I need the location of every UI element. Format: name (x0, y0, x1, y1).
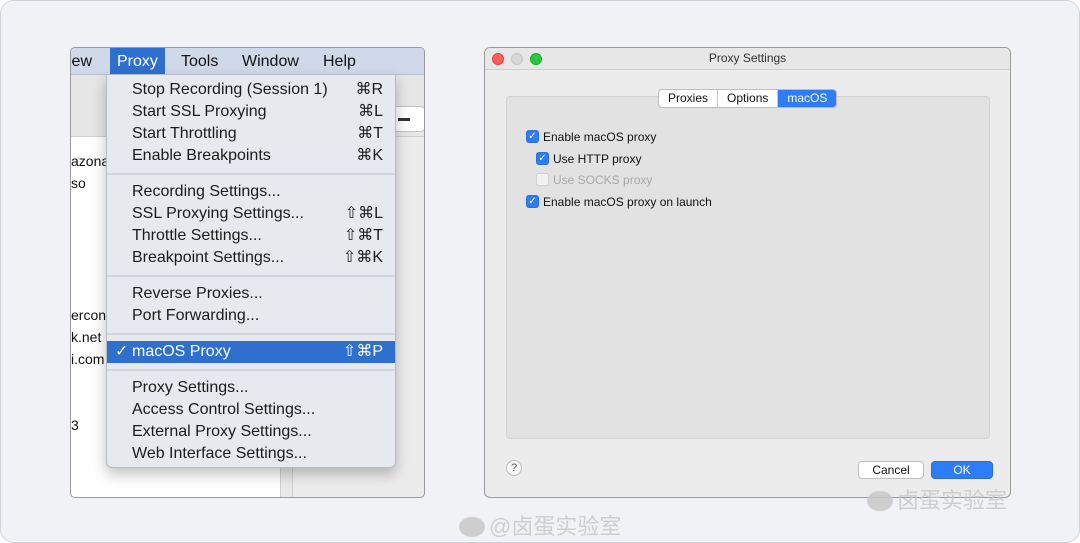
watermark-text: @卤蛋实验室 (489, 514, 622, 539)
watermark-right: 卤蛋实验室 (867, 483, 1007, 515)
menu-separator (107, 333, 395, 335)
menu-item-label: Web Interface Settings... (132, 445, 307, 462)
title-bar: Proxy Settings (485, 48, 1010, 70)
wechat-icon (867, 491, 893, 511)
proxy-menu-dropdown: Stop Recording (Session 1) ⌘R Start SSL Pr… (106, 74, 396, 468)
charles-main-window: azona so ercon k.net i.com 3 iew Proxy Tools Win… (70, 47, 425, 498)
screenshot-frame: azona so ercon k.net i.com 3 iew Proxy Tools Win… (0, 0, 1080, 543)
menu-iew[interactable]: iew (71, 48, 99, 75)
menu-item-label: SSL Proxying Settings... (132, 205, 304, 222)
menu-item-label: Throttle Settings... (132, 227, 262, 244)
help-button[interactable]: ? (506, 460, 522, 476)
toolbar-minus-button[interactable] (391, 106, 424, 132)
host-row[interactable]: 3 (71, 417, 79, 433)
ok-button[interactable]: OK (931, 461, 993, 479)
settings-tabs: Proxies Options macOS (658, 89, 838, 108)
host-row[interactable]: azona (71, 153, 109, 169)
menu-item-shortcut: ⌘T (357, 125, 383, 142)
proxy-settings-window: Proxy Settings Proxies Options macOS ✓ Enab… (484, 47, 1011, 498)
menu-bar: iew Proxy Tools Window Help (71, 48, 424, 75)
menu-item-external-proxy-settings[interactable]: External Proxy Settings... (107, 421, 395, 443)
menu-tools[interactable]: Tools (174, 48, 225, 75)
watermark-bottom: @卤蛋实验室 (459, 509, 621, 541)
menu-window[interactable]: Window (235, 48, 306, 75)
menu-separator (107, 369, 395, 371)
host-row[interactable]: k.net (71, 329, 101, 345)
macos-settings-group (506, 96, 990, 439)
host-row[interactable]: i.com (71, 351, 104, 367)
menu-item-recording-settings[interactable]: Recording Settings... (107, 181, 395, 203)
menu-item-ssl-proxying-settings[interactable]: SSL Proxying Settings... ⇧⌘L (107, 203, 395, 225)
cancel-button[interactable]: Cancel (858, 461, 924, 479)
menu-item-shortcut: ⇧⌘T (343, 227, 383, 244)
menu-item-shortcut: ⇧⌘L (344, 205, 383, 222)
menu-separator (107, 275, 395, 277)
checkmark-icon: ✓ (115, 343, 129, 360)
menu-item-shortcut: ⌘L (358, 103, 383, 120)
checkbox-checked-icon[interactable]: ✓ (526, 130, 539, 143)
menu-item-throttle-settings[interactable]: Throttle Settings... ⇧⌘T (107, 225, 395, 247)
menu-item-shortcut: ⌘R (355, 81, 383, 98)
menu-item-shortcut: ⇧⌘P (342, 343, 383, 360)
watermark-text: 卤蛋实验室 (897, 488, 1008, 513)
menu-item-label: Breakpoint Settings... (132, 249, 285, 266)
tab-macos[interactable]: macOS (778, 90, 837, 107)
menu-item-shortcut: ⇧⌘K (342, 249, 383, 266)
checkbox-checked-icon[interactable]: ✓ (536, 151, 549, 165)
host-row[interactable]: ercon (71, 307, 106, 323)
option-label: Use HTTP proxy (553, 151, 642, 166)
minus-icon (398, 118, 410, 121)
menu-proxy[interactable]: Proxy (110, 48, 165, 75)
menu-item-label: Port Forwarding... (132, 307, 260, 324)
checkbox-checked-icon[interactable]: ✓ (526, 194, 539, 208)
wechat-icon (459, 517, 485, 537)
menu-item-start-ssl-proxying[interactable]: Start SSL Proxying ⌘L (107, 101, 395, 123)
menu-separator (107, 173, 395, 175)
menu-item-label: Enable Breakpoints (132, 147, 271, 164)
menu-item-enable-breakpoints[interactable]: Enable Breakpoints ⌘K (107, 145, 395, 167)
option-label: Enable macOS proxy (543, 130, 657, 144)
menu-item-label: Recording Settings... (132, 183, 281, 200)
option-label: Enable macOS proxy on launch (543, 194, 712, 209)
menu-item-macos-proxy[interactable]: ✓ macOS Proxy ⇧⌘P (107, 341, 395, 363)
menu-item-label: External Proxy Settings... (132, 423, 312, 440)
menu-item-label: Stop Recording (Session 1) (132, 81, 328, 98)
menu-item-label: Access Control Settings... (132, 401, 316, 418)
menu-item-access-control-settings[interactable]: Access Control Settings... (107, 399, 395, 421)
menu-item-port-forwarding[interactable]: Port Forwarding... (107, 305, 395, 327)
tab-options[interactable]: Options (718, 90, 779, 107)
window-title: Proxy Settings (708, 51, 787, 65)
menu-item-reverse-proxies[interactable]: Reverse Proxies... (107, 283, 395, 305)
menu-item-stop-recording-session-1[interactable]: Stop Recording (Session 1) ⌘R (107, 79, 395, 101)
menu-help[interactable]: Help (316, 48, 363, 75)
menu-item-label: Reverse Proxies... (132, 285, 263, 302)
menu-item-label: Proxy Settings... (132, 379, 249, 396)
menu-item-label: Start SSL Proxying (132, 103, 267, 120)
menu-item-proxy-settings[interactable]: Proxy Settings... (107, 377, 395, 399)
menu-item-start-throttling[interactable]: Start Throttling ⌘T (107, 123, 395, 145)
menu-item-web-interface-settings[interactable]: Web Interface Settings... (107, 443, 395, 465)
option-label: Use SOCKS proxy (553, 173, 653, 187)
menu-item-shortcut: ⌘K (356, 147, 383, 164)
menu-item-label: macOS Proxy (132, 343, 231, 360)
host-row[interactable]: so (71, 175, 86, 191)
menu-item-breakpoint-settings[interactable]: Breakpoint Settings... ⇧⌘K (107, 247, 395, 269)
checkbox-unchecked-icon (536, 173, 549, 186)
tab-proxies[interactable]: Proxies (659, 90, 719, 107)
menu-item-label: Start Throttling (132, 125, 237, 142)
